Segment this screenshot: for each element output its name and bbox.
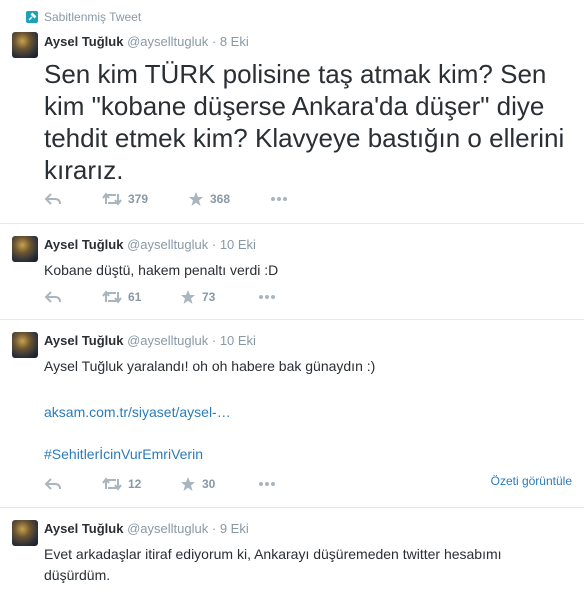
tweet-time[interactable]: 10 Eki — [220, 237, 256, 252]
favorite-count: 73 — [202, 290, 216, 304]
avatar[interactable] — [12, 520, 38, 546]
tweet[interactable]: Aysel Tuğluk @ayselltugluk · 10 Eki Ayse… — [0, 320, 584, 508]
separator-dot: · — [211, 333, 217, 348]
retweet-button[interactable]: 379 — [102, 192, 188, 206]
pinned-label: Sabitlenmiş Tweet — [44, 10, 142, 24]
retweet-count: 61 — [128, 290, 142, 304]
tweet-hashtag[interactable]: #SehitlerİcinVurEmriVerin — [44, 444, 203, 464]
retweet-button[interactable]: 12 — [102, 477, 180, 491]
star-icon — [181, 290, 195, 304]
tweet-text: Sen kim TÜRK polisine taş atmak kim? Sen… — [44, 59, 565, 185]
user-name[interactable]: Aysel Tuğluk — [44, 521, 123, 536]
tweet[interactable]: Aysel Tuğluk @ayselltugluk · 9 Eki Evet … — [0, 508, 584, 612]
tweet-header: Aysel Tuğluk @ayselltugluk · 9 Eki — [44, 521, 249, 536]
user-name[interactable]: Aysel Tuğluk — [44, 34, 123, 49]
reply-button[interactable] — [44, 192, 102, 206]
hashtag-link[interactable]: #SehitlerİcinVurEmriVerin — [44, 446, 203, 462]
retweet-icon — [102, 477, 122, 491]
tweet-header: Aysel Tuğluk @ayselltugluk · 10 Eki — [44, 237, 256, 252]
star-icon — [189, 192, 203, 206]
more-button[interactable] — [258, 481, 276, 487]
view-summary-link[interactable]: Özeti görüntüle — [491, 474, 572, 488]
separator-dot: · — [211, 521, 217, 536]
favorite-button[interactable]: 73 — [180, 289, 258, 305]
tweet-text: Aysel Tuğluk yaralandı! oh oh habere bak… — [44, 358, 376, 374]
user-handle[interactable]: @ayselltugluk — [127, 237, 208, 252]
tweet-actions: 379 368 — [44, 189, 288, 209]
tweet[interactable]: Aysel Tuğluk @ayselltugluk · 10 Eki Koba… — [0, 224, 584, 320]
avatar[interactable] — [12, 32, 38, 58]
tweet-text: Kobane düştü, hakem penaltı verdi :D — [44, 262, 279, 278]
user-handle[interactable]: @ayselltugluk — [127, 34, 208, 49]
favorite-button[interactable]: 30 — [180, 476, 258, 492]
favorite-count: 30 — [202, 477, 216, 491]
tweet-header: Aysel Tuğluk @ayselltugluk · 8 Eki — [44, 34, 249, 49]
retweet-count: 12 — [128, 477, 142, 491]
avatar[interactable] — [12, 332, 38, 358]
reply-icon — [44, 193, 61, 205]
tweet-actions: 12 30 — [44, 474, 276, 494]
tweet-actions: 61 73 — [44, 287, 276, 307]
star-icon — [181, 477, 195, 491]
favorite-count: 368 — [210, 192, 231, 206]
user-handle[interactable]: @ayselltugluk — [127, 333, 208, 348]
retweet-button[interactable]: 61 — [102, 290, 180, 304]
retweet-count: 379 — [128, 192, 149, 206]
tweet-time[interactable]: 10 Eki — [220, 333, 256, 348]
retweet-icon — [102, 290, 122, 304]
tweet-text: Evet arkadaşlar itiraf ediyorum ki, Anka… — [44, 546, 502, 583]
more-icon — [259, 482, 275, 486]
user-name[interactable]: Aysel Tuğluk — [44, 333, 123, 348]
avatar[interactable] — [12, 236, 38, 262]
separator-dot: · — [211, 34, 217, 49]
pinned-indicator: Sabitlenmiş Tweet — [26, 10, 141, 24]
retweet-icon — [102, 192, 122, 206]
reply-icon — [44, 291, 61, 303]
more-icon — [259, 295, 275, 299]
tweet-link[interactable]: aksam.com.tr/siyaset/aysel-… — [44, 402, 231, 422]
tweet-time[interactable]: 8 Eki — [220, 34, 249, 49]
tweet-url[interactable]: aksam.com.tr/siyaset/aysel-… — [44, 404, 231, 420]
separator-dot: · — [211, 237, 217, 252]
pin-icon — [26, 11, 38, 23]
user-name[interactable]: Aysel Tuğluk — [44, 237, 123, 252]
reply-button[interactable] — [44, 477, 102, 491]
reply-button[interactable] — [44, 290, 102, 304]
tweet-pinned[interactable]: Sabitlenmiş Tweet Aysel Tuğluk @ayselltu… — [0, 0, 584, 224]
more-button[interactable] — [258, 294, 276, 300]
tweet-time[interactable]: 9 Eki — [220, 521, 249, 536]
reply-icon — [44, 478, 61, 490]
user-handle[interactable]: @ayselltugluk — [127, 521, 208, 536]
favorite-button[interactable]: 368 — [188, 191, 270, 207]
more-icon — [271, 197, 287, 201]
more-button[interactable] — [270, 196, 288, 202]
tweet-header: Aysel Tuğluk @ayselltugluk · 10 Eki — [44, 333, 256, 348]
